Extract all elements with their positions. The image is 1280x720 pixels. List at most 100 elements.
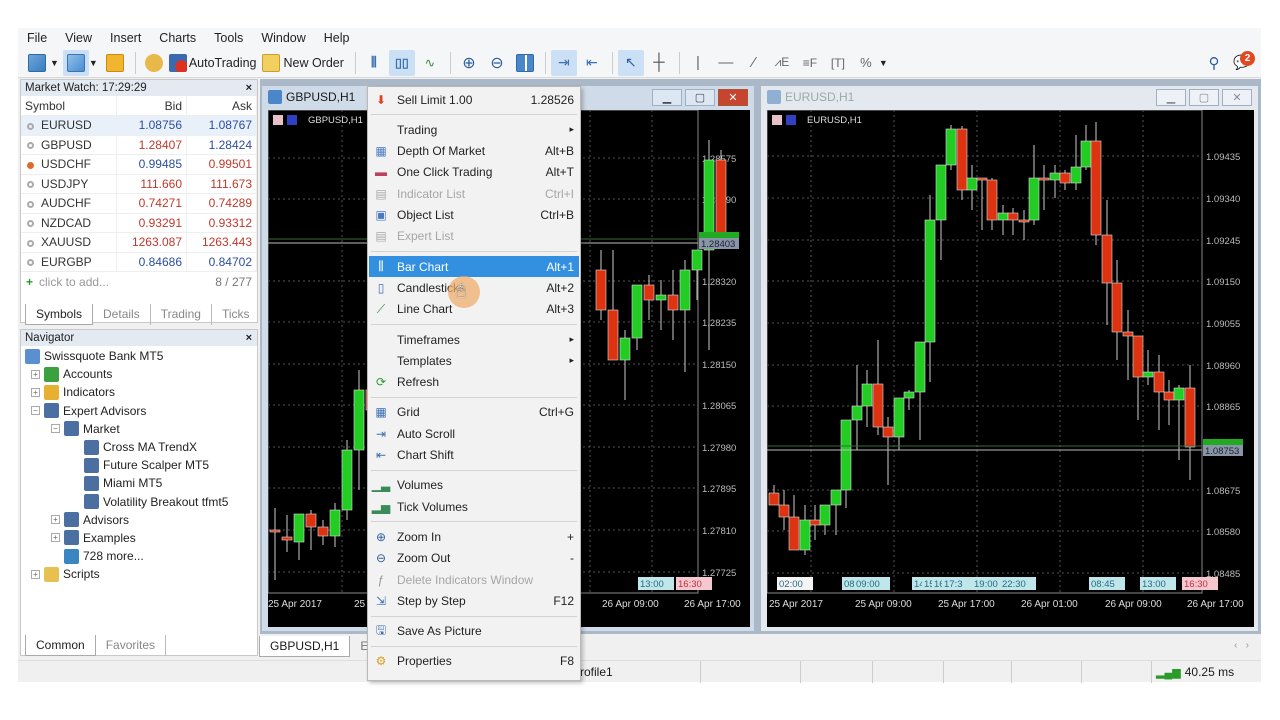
chart-tab[interactable]: GBPUSD,H1	[259, 636, 351, 657]
menu-item-bar-chart[interactable]: ⫼ Bar Chart Alt+1	[369, 256, 579, 278]
navigator-item[interactable]: − Expert Advisors	[21, 402, 257, 420]
menu-item-depth-of-market[interactable]: ▦ Depth Of Market Alt+B	[369, 141, 579, 162]
expand-icon[interactable]: +	[31, 569, 40, 579]
symbol-row[interactable]: AUDCHF 0.74271 0.74289	[21, 193, 257, 214]
crosshair-button[interactable]: ┼	[646, 50, 672, 76]
expand-icon[interactable]: +	[31, 387, 40, 397]
shapes-button[interactable]: %	[853, 50, 879, 76]
symbol-row[interactable]: USDCHF 0.99485 0.99501	[21, 154, 257, 175]
navigator-item[interactable]: + Indicators	[21, 383, 257, 401]
close-button[interactable]: ✕	[1222, 89, 1252, 106]
menu-window[interactable]: Window	[252, 31, 314, 45]
tab-symbols[interactable]: Symbols	[25, 304, 94, 325]
menu-insert[interactable]: Insert	[101, 31, 150, 45]
menu-item-save-as-picture[interactable]: 🖫 Save As Picture	[369, 621, 579, 642]
bar-chart-button[interactable]: ⫼	[361, 50, 387, 76]
new-order-button[interactable]: New Order	[262, 50, 347, 76]
menu-item-zoom-in[interactable]: ⊕ Zoom In +	[369, 526, 579, 547]
maximize-button[interactable]: ▢	[1189, 89, 1219, 106]
navigator-item[interactable]: + Scripts	[21, 565, 257, 583]
navigator-item[interactable]: − Market	[21, 420, 257, 438]
tab-favorites[interactable]: Favorites	[96, 635, 167, 656]
chart-shift-button[interactable]: ⇤	[579, 50, 605, 76]
new-chart-button[interactable]	[24, 50, 50, 76]
navigator-item[interactable]: + Examples	[21, 529, 257, 547]
expand-icon[interactable]: +	[31, 369, 40, 379]
elliott-wave-button[interactable]: ⩘E	[769, 50, 795, 76]
symbol-row[interactable]: EURUSD 1.08756 1.08767	[21, 115, 257, 136]
symbol-row[interactable]: USDJPY 111.660 111.673	[21, 174, 257, 194]
navigator-item[interactable]: Volatility Breakout tfmt5	[21, 493, 257, 511]
fibonacci-button[interactable]: ≡F	[797, 50, 823, 76]
collapse-icon[interactable]: −	[31, 406, 40, 416]
menu-item-templates[interactable]: Templates ▸	[369, 350, 579, 371]
cursor-button[interactable]: ↖	[617, 49, 644, 76]
close-icon[interactable]: ×	[246, 80, 252, 96]
notifications-button[interactable]: 💬 2	[1229, 50, 1255, 76]
menu-item-refresh[interactable]: ⟳ Refresh	[369, 372, 579, 393]
menu-item-properties[interactable]: ⚙ Properties F8	[369, 651, 579, 672]
menu-item-expert-list[interactable]: ▤ Expert List	[369, 226, 579, 247]
menu-item-one-click-trading[interactable]: ▬ One Click Trading Alt+T	[369, 162, 579, 183]
tab-common[interactable]: Common	[25, 635, 96, 656]
menu-item-object-list[interactable]: ▣ Object List Ctrl+B	[369, 205, 579, 226]
menu-item-chart-shift[interactable]: ⇤ Chart Shift	[369, 445, 579, 466]
tab-ticks[interactable]: Ticks	[212, 304, 261, 325]
chevron-down-icon[interactable]: ▼	[50, 58, 59, 68]
symbol-row[interactable]: GBPUSD 1.28407 1.28424	[21, 135, 257, 155]
candlesticks-button[interactable]: ▯▯	[388, 49, 415, 76]
expand-icon[interactable]: +	[51, 515, 60, 525]
menu-item-zoom-out[interactable]: ⊖ Zoom Out -	[369, 548, 579, 569]
menu-tools[interactable]: Tools	[205, 31, 252, 45]
line-chart-button[interactable]: ∿	[417, 50, 443, 76]
menu-item-tick-volumes[interactable]: ▂▅ Tick Volumes	[369, 496, 579, 517]
maximize-button[interactable]: ▢	[685, 89, 715, 106]
tab-scroll-arrows[interactable]: ‹ ›	[1234, 640, 1249, 651]
vertical-line-button[interactable]: |	[685, 50, 711, 76]
minimize-button[interactable]: ▁	[652, 89, 682, 106]
navigator-item[interactable]: + Advisors	[21, 511, 257, 529]
expand-icon[interactable]: +	[51, 533, 60, 543]
zoom-out-button[interactable]: ⊖	[484, 50, 510, 76]
trendline-button[interactable]: ⁄	[741, 50, 767, 76]
close-button[interactable]: ✕	[718, 89, 748, 106]
autotrading-button[interactable]: AutoTrading	[168, 50, 261, 76]
column-header-symbol[interactable]: Symbol	[21, 96, 118, 116]
chevron-down-icon[interactable]: ▼	[879, 58, 888, 68]
menu-item-grid[interactable]: ▦ Grid Ctrl+G	[369, 402, 579, 423]
column-header-ask[interactable]: Ask	[186, 96, 257, 116]
tile-windows-button[interactable]	[512, 50, 538, 76]
symbol-row[interactable]: NZDCAD 0.93291 0.93312	[21, 213, 257, 233]
minimize-button[interactable]: ▁	[1156, 89, 1186, 106]
search-button[interactable]: ⚲	[1201, 50, 1227, 76]
menu-item-trading[interactable]: Trading ▸	[369, 119, 579, 140]
menu-item-auto-scroll[interactable]: ⇥ Auto Scroll	[369, 423, 579, 444]
navigator-item[interactable]: Miami MT5	[21, 474, 257, 492]
add-symbol-row[interactable]: + click to add... 8 / 277	[21, 272, 257, 292]
menu-item-indicator-list[interactable]: ▤ Indicator List Ctrl+I	[369, 183, 579, 204]
menu-item-volumes[interactable]: ▁▃ Volumes	[369, 475, 579, 496]
menu-item-step-by-step[interactable]: ⇲ Step by Step F12	[369, 590, 579, 611]
navigator-item[interactable]: 728 more...	[21, 547, 257, 565]
menu-help[interactable]: Help	[315, 31, 359, 45]
collapse-icon[interactable]: −	[51, 424, 60, 434]
menu-file[interactable]: File	[18, 31, 56, 45]
menu-item-delete-indicators-window[interactable]: ƒ Delete Indicators Window	[369, 569, 579, 590]
menu-view[interactable]: View	[56, 31, 101, 45]
column-header-bid[interactable]: Bid	[116, 96, 188, 116]
tab-trading[interactable]: Trading	[151, 304, 212, 325]
text-button[interactable]: [T]	[825, 50, 851, 76]
navigator-item[interactable]: Cross MA TrendX	[21, 438, 257, 456]
symbol-row[interactable]: EURGBP 0.84686 0.84702	[21, 252, 257, 272]
navigator-item[interactable]: + Accounts	[21, 365, 257, 383]
meta-editor-button[interactable]	[141, 50, 167, 76]
zoom-in-button[interactable]: ⊕	[456, 50, 482, 76]
profiles-button[interactable]	[62, 49, 89, 76]
menu-item-sell-limit-1-00[interactable]: ⬇ Sell Limit 1.00 1.28526	[369, 89, 579, 110]
navigator-item[interactable]: Future Scalper MT5	[21, 456, 257, 474]
market-watch-button[interactable]	[102, 50, 128, 76]
tab-details[interactable]: Details	[93, 304, 151, 325]
horizontal-line-button[interactable]: —	[713, 50, 739, 76]
connection-status[interactable]: ▂▄▆ 40.25 ms	[1151, 661, 1261, 683]
auto-scroll-button[interactable]: ⇥	[550, 49, 577, 76]
